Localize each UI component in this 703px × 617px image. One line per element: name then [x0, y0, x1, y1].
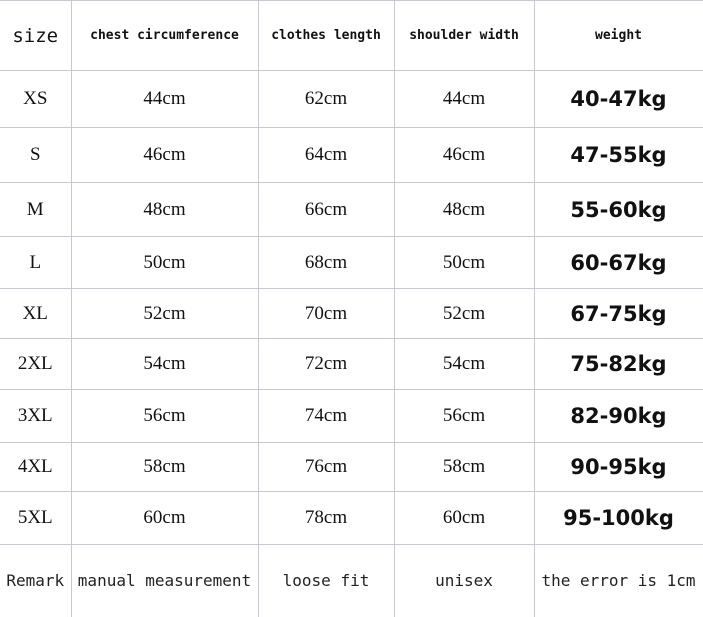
- shoulder-cell[interactable]: 60cm: [393, 491, 535, 545]
- weight-cell[interactable]: 40-47kg: [533, 70, 703, 128]
- shoulder-cell[interactable]: 52cm: [393, 288, 535, 339]
- table-row: 5XL 60cm 78cm 60cm 95-100kg: [0, 491, 703, 545]
- remark-weight[interactable]: the error is 1cm: [533, 544, 703, 617]
- remark-length[interactable]: loose fit: [257, 544, 395, 617]
- remark-shoulder[interactable]: unisex: [393, 544, 535, 617]
- size-cell[interactable]: 3XL: [0, 389, 72, 443]
- size-cell[interactable]: L: [0, 236, 72, 289]
- weight-cell[interactable]: 55-60kg: [533, 182, 703, 237]
- chest-cell[interactable]: 46cm: [70, 127, 259, 183]
- length-cell[interactable]: 76cm: [257, 442, 395, 492]
- weight-cell[interactable]: 47-55kg: [533, 127, 703, 183]
- shoulder-cell[interactable]: 54cm: [393, 338, 535, 390]
- chest-cell[interactable]: 56cm: [70, 389, 259, 443]
- table-row: XL 52cm 70cm 52cm 67-75kg: [0, 288, 703, 339]
- size-cell[interactable]: 2XL: [0, 338, 72, 390]
- size-cell[interactable]: XL: [0, 288, 72, 339]
- remark-chest[interactable]: manual measurement: [70, 544, 259, 617]
- chest-cell[interactable]: 54cm: [70, 338, 259, 390]
- weight-cell[interactable]: 75-82kg: [533, 338, 703, 390]
- shoulder-cell[interactable]: 58cm: [393, 442, 535, 492]
- table-row: S 46cm 64cm 46cm 47-55kg: [0, 127, 703, 183]
- chest-cell[interactable]: 60cm: [70, 491, 259, 545]
- weight-value: 95-100kg: [563, 506, 674, 530]
- length-cell[interactable]: 74cm: [257, 389, 395, 443]
- shoulder-cell[interactable]: 46cm: [393, 127, 535, 183]
- table-row: XS 44cm 62cm 44cm 40-47kg: [0, 70, 703, 128]
- weight-value: 47-55kg: [570, 143, 667, 167]
- header-size[interactable]: size: [0, 0, 72, 71]
- length-cell[interactable]: 64cm: [257, 127, 395, 183]
- chest-cell[interactable]: 50cm: [70, 236, 259, 289]
- weight-value: 90-95kg: [570, 455, 667, 479]
- length-cell[interactable]: 70cm: [257, 288, 395, 339]
- chest-cell[interactable]: 48cm: [70, 182, 259, 237]
- header-shoulder-width[interactable]: shoulder width: [393, 0, 535, 71]
- size-cell[interactable]: M: [0, 182, 72, 237]
- table-row: 4XL 58cm 76cm 58cm 90-95kg: [0, 442, 703, 492]
- weight-value: 60-67kg: [570, 250, 667, 275]
- table-row: L 50cm 68cm 50cm 60-67kg: [0, 236, 703, 289]
- chest-cell[interactable]: 58cm: [70, 442, 259, 492]
- weight-cell[interactable]: 95-100kg: [533, 491, 703, 545]
- weight-value: 40-47kg: [570, 87, 667, 111]
- remark-row: Remark manual measurement loose fit unis…: [0, 544, 703, 617]
- chest-cell[interactable]: 44cm: [70, 70, 259, 128]
- weight-cell[interactable]: 67-75kg: [533, 288, 703, 339]
- weight-value: 55-60kg: [570, 197, 667, 222]
- weight-value: 82-90kg: [570, 404, 667, 428]
- shoulder-cell[interactable]: 56cm: [393, 389, 535, 443]
- header-chest-circumference[interactable]: chest circumference: [70, 0, 259, 71]
- size-cell[interactable]: 5XL: [0, 491, 72, 545]
- length-cell[interactable]: 72cm: [257, 338, 395, 390]
- header-clothes-length[interactable]: clothes length: [257, 0, 395, 71]
- remark-label[interactable]: Remark: [0, 544, 72, 617]
- size-cell[interactable]: S: [0, 127, 72, 183]
- weight-cell[interactable]: 82-90kg: [533, 389, 703, 443]
- table-row: M 48cm 66cm 48cm 55-60kg: [0, 182, 703, 237]
- chest-cell[interactable]: 52cm: [70, 288, 259, 339]
- table-row: 3XL 56cm 74cm 56cm 82-90kg: [0, 389, 703, 443]
- size-cell[interactable]: 4XL: [0, 442, 72, 492]
- length-cell[interactable]: 62cm: [257, 70, 395, 128]
- length-cell[interactable]: 78cm: [257, 491, 395, 545]
- weight-cell[interactable]: 60-67kg: [533, 236, 703, 289]
- shoulder-cell[interactable]: 44cm: [393, 70, 535, 128]
- length-cell[interactable]: 66cm: [257, 182, 395, 237]
- shoulder-cell[interactable]: 50cm: [393, 236, 535, 289]
- length-cell[interactable]: 68cm: [257, 236, 395, 289]
- size-cell[interactable]: XS: [0, 70, 72, 128]
- weight-cell[interactable]: 90-95kg: [533, 442, 703, 492]
- weight-value: 75-82kg: [570, 352, 667, 376]
- size-chart-table: size chest circumference clothes length …: [0, 0, 703, 617]
- header-row: size chest circumference clothes length …: [0, 0, 703, 71]
- table-row: 2XL 54cm 72cm 54cm 75-82kg: [0, 338, 703, 390]
- weight-value: 67-75kg: [570, 301, 667, 326]
- header-weight[interactable]: weight: [533, 0, 703, 71]
- shoulder-cell[interactable]: 48cm: [393, 182, 535, 237]
